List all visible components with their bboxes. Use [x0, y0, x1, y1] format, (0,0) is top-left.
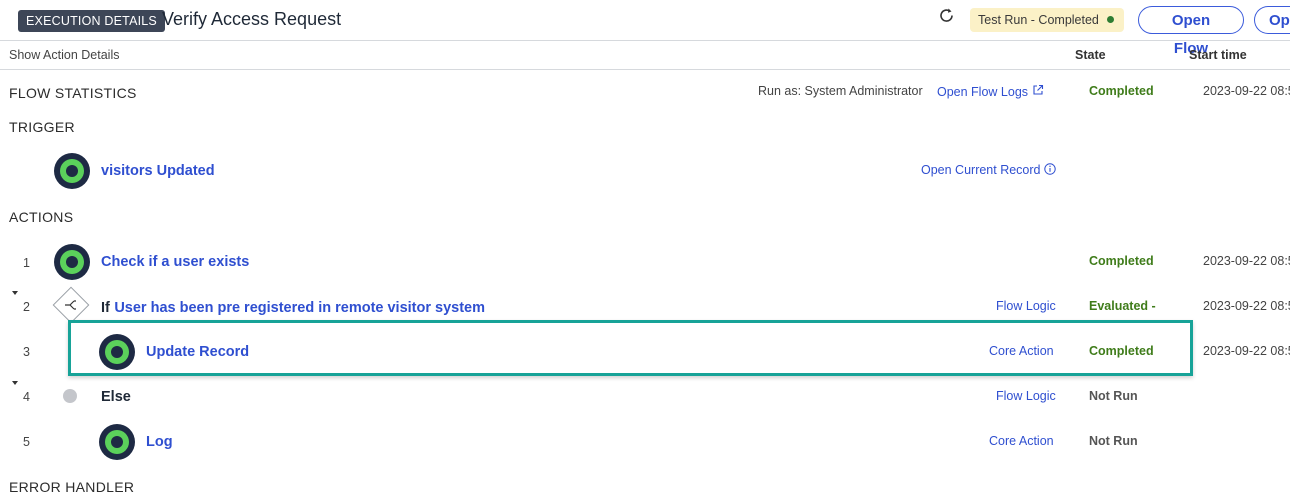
action-state: Not Run: [1089, 389, 1138, 403]
page-title: Verify Access Request: [162, 9, 342, 29]
else-dot-icon: [63, 389, 77, 403]
execution-details-badge: EXECUTION DETAILS: [18, 10, 165, 32]
trigger-heading: TRIGGER: [9, 119, 75, 135]
action-state: Evaluated - True: [1089, 299, 1156, 313]
action-start-time: 2023-09-22 08:5: [1203, 299, 1290, 313]
status-text: Test Run - Completed: [978, 13, 1099, 27]
status-dot-icon: [1106, 16, 1114, 23]
row-number: 5: [23, 435, 30, 449]
action-type-link[interactable]: Core Action: [989, 434, 1054, 448]
if-keyword: If: [101, 300, 110, 316]
test-run-status-badge: Test Run - Completed: [970, 8, 1124, 32]
row-number: 2: [23, 300, 30, 314]
error-handler-heading: ERROR HANDLER: [9, 479, 135, 495]
open-flow-button[interactable]: Open Flow: [1138, 6, 1244, 57]
info-icon: [1044, 163, 1056, 175]
column-header-row: Show Action Details State Start time: [0, 41, 1290, 70]
flow-start-time: 2023-09-22 08:5: [1203, 84, 1290, 98]
row-number: 3: [23, 345, 30, 359]
trigger-avatar-icon: [54, 153, 90, 189]
state-column-header: State: [1075, 48, 1106, 62]
action-type-link[interactable]: Flow Logic: [996, 299, 1056, 313]
row-number: 1: [23, 256, 30, 270]
highlight-box: [68, 320, 1193, 376]
open-current-record-link[interactable]: Open Current Record: [921, 163, 1056, 177]
action-start-time: 2023-09-22 08:5: [1203, 344, 1290, 358]
if-condition: If User has been pre registered in remot…: [101, 299, 485, 317]
action-start-time: 2023-09-22 08:5: [1203, 254, 1290, 268]
refresh-icon[interactable]: [937, 6, 957, 26]
external-link-icon: [1032, 84, 1043, 95]
branch-icon: [65, 300, 76, 310]
open-flow-logs-link[interactable]: Open Flow Logs: [937, 84, 1044, 99]
run-as-text: Run as: System Administrator: [758, 84, 923, 98]
top-bar: EXECUTION DETAILS Verify Access Request …: [0, 0, 1290, 57]
collapse-caret-icon[interactable]: [12, 381, 18, 385]
trigger-name-link[interactable]: visitors Updated: [101, 163, 215, 179]
start-time-column-header: Start time: [1189, 48, 1247, 62]
action-name-link[interactable]: Log: [146, 434, 173, 450]
action-name-link[interactable]: Check if a user exists: [101, 254, 249, 270]
action-avatar-icon: [54, 244, 90, 280]
flow-statistics-heading: FLOW STATISTICS: [9, 85, 137, 101]
else-label: Else: [101, 389, 131, 405]
condition-link[interactable]: User has been pre registered in remote v…: [114, 300, 485, 316]
action-type-link[interactable]: Flow Logic: [996, 389, 1056, 403]
row-number: 4: [23, 390, 30, 404]
collapse-caret-icon[interactable]: [12, 291, 18, 295]
open-current-record-label: Open Current Record: [921, 163, 1041, 177]
action-state: Not Run: [1089, 434, 1138, 448]
action-avatar-icon: [99, 424, 135, 460]
open-button-truncated[interactable]: Ope: [1254, 6, 1290, 34]
action-state: Completed: [1089, 254, 1154, 268]
flow-state: Completed: [1089, 84, 1154, 98]
actions-heading: ACTIONS: [9, 209, 74, 225]
show-action-details-toggle[interactable]: Show Action Details: [9, 48, 119, 62]
open-flow-logs-label: Open Flow Logs: [937, 85, 1029, 99]
